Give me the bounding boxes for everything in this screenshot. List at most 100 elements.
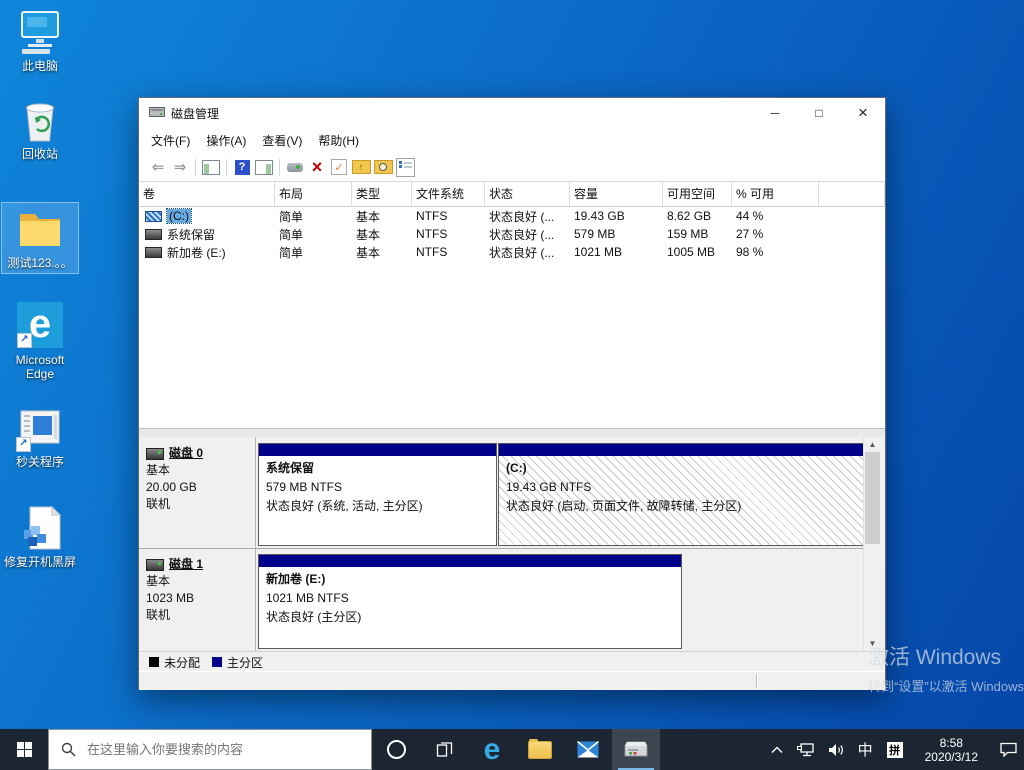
console-tree-icon[interactable] bbox=[200, 156, 222, 178]
tray-chevron-button[interactable] bbox=[764, 729, 790, 770]
volume-name: 新加卷 (E:) bbox=[167, 244, 226, 261]
menu-bar: 文件(F) 操作(A) 查看(V) 帮助(H) bbox=[139, 128, 885, 153]
folder-search-icon[interactable] bbox=[372, 156, 394, 178]
disk-management-window: 磁盘管理 ─ □ × 文件(F) 操作(A) 查看(V) 帮助(H) ⇐ ⇒ ?… bbox=[138, 97, 886, 690]
action-pane-icon[interactable] bbox=[253, 156, 275, 178]
column-header-layout[interactable]: 布局 bbox=[275, 182, 352, 207]
partition-name: 新加卷 (E:) bbox=[266, 570, 674, 589]
menu-help[interactable]: 帮助(H) bbox=[310, 129, 367, 152]
edge-taskbar-button[interactable]: e bbox=[468, 729, 516, 770]
window-title: 磁盘管理 bbox=[171, 105, 219, 122]
volume-button[interactable] bbox=[821, 729, 851, 770]
disk-graph-pane: 磁盘 0 基本 20.00 GB 联机 系统保留 579 MB NTFS 状态良… bbox=[139, 437, 885, 651]
desktop-icon-label: Microsoft Edge bbox=[2, 353, 78, 381]
disk-icon bbox=[146, 448, 164, 460]
desktop-icon-edge[interactable]: e↗ Microsoft Edge bbox=[2, 300, 78, 384]
partition-new-volume-e[interactable]: 新加卷 (E:) 1021 MB NTFS 状态良好 (主分区) bbox=[258, 554, 682, 649]
forward-icon[interactable]: ⇒ bbox=[169, 156, 191, 178]
mail-button[interactable] bbox=[564, 729, 612, 770]
desktop-icon-app[interactable]: ↗ 秒关程序 bbox=[2, 402, 78, 472]
network-button[interactable] bbox=[790, 729, 821, 770]
disk-icon bbox=[146, 559, 164, 571]
volume-row-c[interactable]: (C:) 简单 基本 NTFS 状态良好 (... 19.43 GB 8.62 … bbox=[139, 207, 885, 225]
desktop-icon-test-folder[interactable]: 测试123.。。 bbox=[2, 203, 78, 273]
status-bar bbox=[139, 671, 885, 690]
start-button[interactable] bbox=[0, 729, 48, 770]
column-header-filesystem[interactable]: 文件系统 bbox=[412, 182, 485, 207]
menu-action[interactable]: 操作(A) bbox=[198, 129, 254, 152]
column-header-type[interactable]: 类型 bbox=[352, 182, 412, 207]
cell-free: 1005 MB bbox=[663, 243, 732, 261]
computer-icon bbox=[16, 8, 64, 56]
scroll-down-icon[interactable]: ▼ bbox=[864, 636, 881, 651]
shortcut-arrow-icon: ↗ bbox=[17, 333, 32, 348]
action-center-icon bbox=[1000, 742, 1017, 757]
menu-view[interactable]: 查看(V) bbox=[254, 129, 310, 152]
help-icon[interactable]: ? bbox=[231, 156, 253, 178]
disk-management-taskbar-button[interactable] bbox=[612, 729, 660, 770]
action-center-button[interactable] bbox=[993, 729, 1024, 770]
partition-c-selected[interactable]: (C:) 19.43 GB NTFS 状态良好 (启动, 页面文件, 故障转储,… bbox=[498, 443, 864, 546]
volume-row-new-volume-e[interactable]: 新加卷 (E:) 简单 基本 NTFS 状态良好 (... 1021 MB 10… bbox=[139, 243, 885, 261]
disk-status: 联机 bbox=[146, 607, 254, 624]
shortcut-arrow-icon: ↗ bbox=[16, 437, 31, 452]
close-button[interactable]: × bbox=[841, 98, 885, 128]
vertical-scrollbar[interactable]: ▲ ▼ bbox=[863, 437, 881, 651]
speaker-icon bbox=[828, 743, 844, 757]
desktop-icon-label: 测试123.。。 bbox=[2, 256, 78, 270]
folder-up-icon[interactable]: ↑ bbox=[350, 156, 372, 178]
desktop-icon-this-pc[interactable]: 此电脑 bbox=[2, 6, 78, 76]
desktop-icon-registry-fix[interactable]: 修复开机黑屏 bbox=[2, 502, 78, 572]
mail-icon bbox=[577, 741, 599, 758]
volume-table-header: 卷 布局 类型 文件系统 状态 容量 可用空间 % 可用 bbox=[139, 182, 885, 207]
title-bar[interactable]: 磁盘管理 ─ □ × bbox=[139, 98, 885, 128]
volume-list-pane: 卷 布局 类型 文件系统 状态 容量 可用空间 % 可用 (C:) 简单 基本 … bbox=[139, 181, 885, 429]
folder-icon bbox=[16, 205, 64, 253]
disk-size: 1023 MB bbox=[146, 590, 254, 607]
partition-system-reserved[interactable]: 系统保留 579 MB NTFS 状态良好 (系统, 活动, 主分区) bbox=[258, 443, 497, 546]
device-properties-icon[interactable] bbox=[284, 156, 306, 178]
volume-row-system-reserved[interactable]: 系统保留 简单 基本 NTFS 状态良好 (... 579 MB 159 MB … bbox=[139, 225, 885, 243]
column-header-pct-free[interactable]: % 可用 bbox=[732, 182, 819, 207]
delete-volume-icon[interactable]: × bbox=[306, 156, 328, 178]
checklist-icon[interactable] bbox=[394, 156, 416, 178]
registry-file-icon bbox=[16, 504, 64, 552]
back-icon[interactable]: ⇐ bbox=[147, 156, 169, 178]
edge-icon: e bbox=[484, 735, 501, 765]
search-icon bbox=[61, 742, 76, 757]
column-header-free-space[interactable]: 可用空间 bbox=[663, 182, 732, 207]
ime-language-button[interactable]: 中 bbox=[851, 729, 880, 770]
partition-size: 579 MB NTFS bbox=[266, 478, 489, 497]
minimize-button[interactable]: ─ bbox=[753, 98, 797, 128]
primary-partition-band bbox=[259, 555, 681, 567]
disk0-label[interactable]: 磁盘 0 基本 20.00 GB 联机 bbox=[146, 445, 254, 513]
recycle-bin-icon bbox=[16, 96, 64, 144]
scroll-up-icon[interactable]: ▲ bbox=[864, 437, 881, 452]
column-header-status[interactable]: 状态 bbox=[485, 182, 570, 207]
desktop-icon-recycle-bin[interactable]: 回收站 bbox=[2, 94, 78, 164]
clock-button[interactable]: 8:58 2020/3/12 bbox=[910, 729, 993, 770]
mark-active-icon[interactable]: ✓ bbox=[328, 156, 350, 178]
cell-free: 8.62 GB bbox=[663, 207, 732, 225]
chevron-up-icon bbox=[771, 746, 783, 754]
file-explorer-button[interactable] bbox=[516, 729, 564, 770]
partition-size: 19.43 GB NTFS bbox=[506, 478, 856, 497]
ime-mode-button[interactable]: 拼 bbox=[880, 729, 910, 770]
scrollbar-thumb[interactable] bbox=[865, 452, 880, 544]
column-header-volume[interactable]: 卷 bbox=[139, 182, 275, 207]
cortana-button[interactable] bbox=[372, 729, 420, 770]
desktop-icon-label: 回收站 bbox=[2, 147, 78, 161]
column-header-capacity[interactable]: 容量 bbox=[570, 182, 663, 207]
menu-file[interactable]: 文件(F) bbox=[143, 129, 198, 152]
task-view-button[interactable] bbox=[420, 729, 468, 770]
desktop-icon-label: 此电脑 bbox=[2, 59, 78, 73]
partition-status: 状态良好 (系统, 活动, 主分区) bbox=[266, 497, 489, 516]
taskbar-search[interactable] bbox=[48, 729, 372, 770]
cell-filesystem: NTFS bbox=[412, 207, 485, 225]
primary-partition-swatch bbox=[212, 657, 222, 667]
maximize-button[interactable]: □ bbox=[797, 98, 841, 128]
search-input[interactable] bbox=[85, 741, 371, 758]
disk1-label[interactable]: 磁盘 1 基本 1023 MB 联机 bbox=[146, 556, 254, 624]
cell-status: 状态良好 (... bbox=[485, 207, 570, 225]
toolbar-separator bbox=[279, 159, 280, 176]
